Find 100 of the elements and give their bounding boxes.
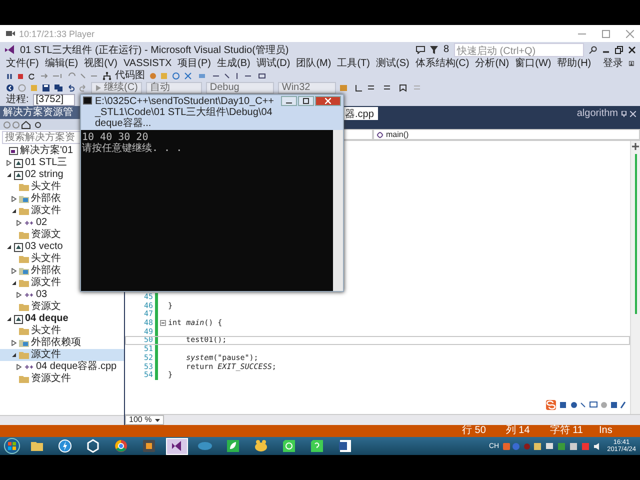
menu-item[interactable]: 生成(B): [216, 58, 250, 70]
menu-item[interactable]: 视图(V): [84, 58, 118, 70]
tree-item[interactable]: 资源文: [0, 301, 124, 313]
process-label: 进程:: [6, 94, 29, 106]
references-icon: [19, 339, 29, 347]
console-icon: [83, 96, 92, 105]
collapse-arrow-icon[interactable]: [6, 316, 12, 322]
collapse-arrow-icon[interactable]: [11, 352, 17, 358]
close-button[interactable]: [315, 96, 341, 106]
maximize-icon[interactable]: [602, 30, 610, 38]
status-text: 列 14: [506, 425, 530, 437]
scrollbar[interactable]: [333, 130, 343, 291]
collapse-arrow-icon[interactable]: [6, 244, 12, 250]
continue-button[interactable]: 继续(C): [91, 82, 142, 94]
method-icon: [377, 132, 383, 138]
back-icon[interactable]: [6, 84, 14, 92]
collapse-icon[interactable]: [160, 320, 166, 326]
undo-icon[interactable]: [67, 84, 75, 92]
close-icon: [325, 98, 331, 104]
solution-icon: [9, 146, 18, 156]
tile-icon: [143, 440, 155, 452]
window-title: 01 STL三大组件 (正在运行) - Microsoft Visual Studio(管理员): [20, 44, 289, 56]
sign-in-link[interactable]: 登录: [603, 58, 624, 70]
code-map-icon[interactable]: [103, 72, 111, 80]
person-icon[interactable]: [629, 59, 634, 68]
tree-item[interactable]: 03: [0, 289, 124, 301]
feedback-icon[interactable]: [416, 46, 426, 54]
expand-arrow-icon[interactable]: [11, 196, 17, 202]
navigation-icons-drawing[interactable]: [3, 120, 43, 128]
stop-icon[interactable]: [17, 72, 24, 80]
maximize-button[interactable]: [298, 96, 314, 106]
platform-dropdown[interactable]: Win32: [278, 82, 336, 94]
preview-tab[interactable]: algorithm: [576, 108, 618, 119]
menu-item[interactable]: 团队(M): [296, 58, 332, 70]
menu-item[interactable]: 体系结构(C): [415, 58, 470, 70]
blob-icon: [255, 440, 267, 452]
lightning-icon: [58, 440, 72, 452]
pin-icon[interactable]: [621, 110, 627, 116]
menu-item[interactable]: 测试(S): [376, 58, 410, 70]
tree-item[interactable]: 头文件: [0, 325, 124, 337]
cpp-file-icon: [24, 363, 34, 371]
status-text: 行 50: [462, 425, 486, 437]
save-all-icon[interactable]: [54, 84, 63, 92]
expand-arrow-icon[interactable]: [16, 292, 22, 298]
tree-item[interactable]: 资源文件: [0, 373, 124, 385]
tree-item[interactable]: 源文件: [0, 349, 124, 361]
split-icon[interactable]: [632, 143, 639, 150]
start-button[interactable]: [4, 438, 20, 454]
expand-arrow-icon[interactable]: [16, 364, 22, 370]
editor-tab[interactable]: 器.cpp: [341, 107, 378, 120]
minimize-button[interactable]: [281, 96, 297, 106]
restore-icon[interactable]: [615, 46, 623, 54]
folder-icon: [19, 375, 29, 383]
menu-item[interactable]: 文件(F): [6, 58, 39, 70]
search-icon[interactable]: [589, 46, 597, 54]
restart-icon[interactable]: [28, 72, 35, 80]
tree-item[interactable]: 外部依赖项: [0, 337, 124, 349]
menu-item[interactable]: 调试(D): [256, 58, 290, 70]
process-field[interactable]: [3752]: [32, 94, 75, 106]
collapse-arrow-icon[interactable]: [11, 208, 17, 214]
menu-item[interactable]: 分析(N): [475, 58, 510, 70]
cube-icon: [87, 439, 99, 453]
menu-item[interactable]: 工具(T): [337, 58, 370, 70]
menu-item[interactable]: VASSISTX: [123, 58, 172, 70]
expand-arrow-icon[interactable]: [6, 160, 12, 166]
menu-item[interactable]: 编辑(E): [44, 58, 78, 70]
zoom-dropdown[interactable]: 100 %: [125, 415, 164, 425]
frame-dropdown[interactable]: 自动: [146, 82, 202, 94]
expand-arrow-icon[interactable]: [11, 268, 17, 274]
quick-launch-field[interactable]: 快速启动 (Ctrl+Q): [454, 42, 584, 56]
filter-icon[interactable]: [430, 46, 438, 54]
caret-icon: [154, 418, 160, 422]
expand-arrow-icon[interactable]: [11, 340, 17, 346]
ring-icon: [115, 440, 127, 452]
collapse-arrow-icon[interactable]: [6, 172, 12, 178]
tree-item[interactable]: 04 deque容器.cpp: [0, 361, 124, 373]
vertical-scrollbar[interactable]: [630, 141, 640, 414]
menu-item[interactable]: 窗口(W): [515, 58, 552, 70]
configuration-dropdown[interactable]: Debug: [206, 82, 274, 94]
taskbar-button[interactable]: [166, 438, 188, 454]
expand-arrow-icon[interactable]: [16, 220, 22, 226]
project-icon: [14, 158, 23, 168]
collapse-arrow-icon[interactable]: [11, 280, 17, 286]
play-icon: [95, 85, 101, 91]
pause-icon[interactable]: [6, 72, 13, 80]
references-icon: [19, 267, 29, 275]
horizontal-scrollbar[interactable]: [0, 415, 124, 425]
tree-item[interactable]: 04 deque: [0, 313, 124, 325]
close-icon[interactable]: [628, 46, 636, 54]
console-dialog[interactable]: E:\0325C++\sendToStudent\Day10_C++_STL1\Code\01 STL三大组件\Debug\04 deque容器... 10 40 30 20 请按任意键继续. . .: [80, 94, 344, 292]
menu-item[interactable]: 帮助(H): [557, 58, 592, 70]
menu-item[interactable]: 项目(P): [178, 58, 211, 70]
console-output: 请按任意键继续. . .: [82, 143, 182, 154]
save-icon[interactable]: [42, 84, 50, 92]
member-dropdown[interactable]: main(): [373, 129, 640, 140]
code-map-button[interactable]: 代码图: [115, 70, 145, 82]
folder-icon: [19, 351, 29, 359]
project-icon: [14, 242, 23, 252]
leaf-icon: [227, 440, 239, 452]
ime-toolbar-drawing[interactable]: [546, 400, 626, 410]
